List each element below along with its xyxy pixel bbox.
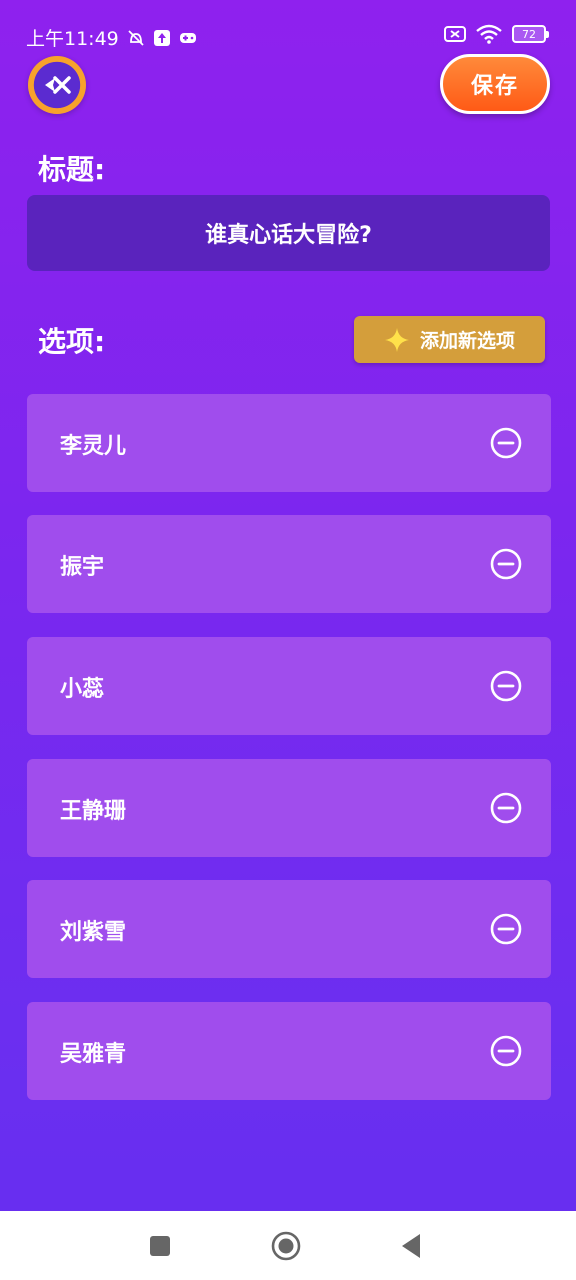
gamepad-icon	[179, 32, 196, 43]
status-left: 上午11:49	[26, 24, 197, 51]
option-label: 王静珊	[60, 799, 127, 824]
save-button[interactable]: 保存	[440, 54, 550, 114]
option-label: 小蕊	[60, 677, 105, 702]
battery-icon: 72	[512, 25, 549, 43]
sparkle-icon	[384, 327, 409, 352]
upload-icon	[153, 29, 170, 46]
remove-option-icon[interactable]	[490, 913, 522, 945]
back-icon	[45, 76, 71, 94]
options-heading: 选项:	[38, 325, 106, 358]
option-item[interactable]: 吴雅青	[27, 1002, 551, 1100]
add-option-label: 添加新选项	[419, 330, 515, 352]
title-heading: 标题:	[38, 153, 106, 186]
option-item[interactable]: 振宇	[27, 515, 551, 613]
wifi-icon	[476, 24, 502, 44]
option-item[interactable]: 王静珊	[27, 759, 551, 857]
title-value: 谁真心话大冒险?	[205, 223, 372, 248]
option-label: 李灵儿	[60, 434, 127, 459]
system-nav-bar	[0, 1211, 576, 1280]
option-item[interactable]: 刘紫雪	[27, 880, 551, 978]
option-label: 刘紫雪	[60, 920, 127, 945]
remove-option-icon[interactable]	[490, 670, 522, 702]
back-button[interactable]	[28, 56, 86, 114]
battery-level: 72	[522, 27, 536, 41]
nav-back-icon[interactable]	[396, 1231, 426, 1261]
add-option-button[interactable]: 添加新选项	[354, 316, 545, 363]
header: 保存	[0, 52, 576, 116]
home-icon[interactable]	[271, 1231, 301, 1261]
recent-apps-icon[interactable]	[145, 1231, 175, 1261]
title-field[interactable]: 谁真心话大冒险?	[27, 195, 550, 271]
option-item[interactable]: 李灵儿	[27, 394, 551, 492]
remove-option-icon[interactable]	[490, 792, 522, 824]
remove-option-icon[interactable]	[490, 548, 522, 580]
option-label: 振宇	[60, 555, 105, 580]
option-item[interactable]: 小蕊	[27, 637, 551, 735]
remove-option-icon[interactable]	[490, 1035, 522, 1067]
option-label: 吴雅青	[60, 1042, 127, 1067]
alarm-off-icon	[128, 29, 144, 46]
status-time: 上午11:49	[26, 28, 119, 50]
sim-off-icon	[444, 26, 466, 42]
remove-option-icon[interactable]	[490, 427, 522, 459]
status-right: 72	[444, 24, 549, 44]
